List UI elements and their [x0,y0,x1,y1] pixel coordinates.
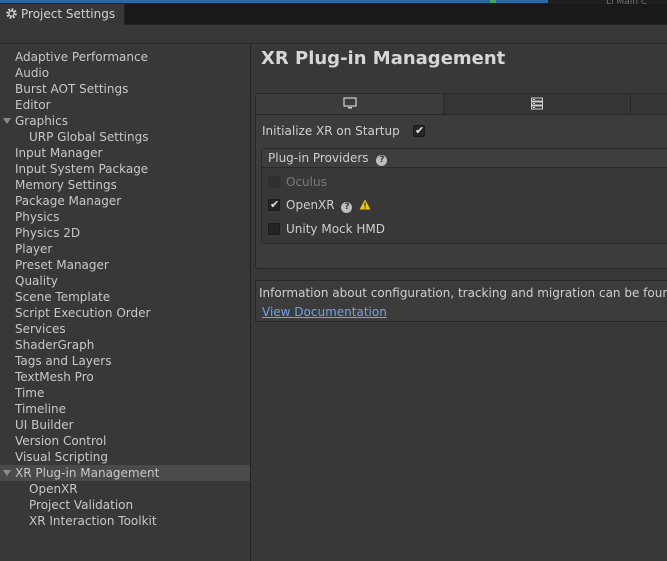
window-tab-bar: Project Settings [0,4,667,25]
help-icon[interactable]: ? [341,202,353,213]
sidebar-item[interactable]: UI Builder [0,417,250,433]
sidebar-item[interactable]: Preset Manager [0,257,250,273]
sidebar-item[interactable]: Tags and Layers [0,353,250,369]
sidebar-item-label: URP Global Settings [29,130,149,144]
sidebar-item[interactable]: Timeline [0,401,250,417]
sidebar-item-label: Physics [15,210,60,224]
initialize-xr-label: Initialize XR on Startup [262,124,400,138]
sidebar-item-label: TextMesh Pro [15,370,94,384]
expand-arrow-icon[interactable] [3,470,11,476]
sidebar-item-label: Memory Settings [15,178,117,192]
sidebar-item[interactable]: OpenXR [0,481,250,497]
sidebar-item[interactable]: Adaptive Performance [0,49,250,65]
sidebar-item[interactable]: Physics [0,209,250,225]
provider-oculus-label: Oculus [286,175,327,189]
provider-mock-hmd-checkbox[interactable] [268,223,280,235]
sidebar-item[interactable]: XR Interaction Toolkit [0,513,250,529]
sidebar-item-label: Physics 2D [15,226,81,240]
sidebar-item-label: OpenXR [29,482,78,496]
sidebar-item-label: Scene Template [15,290,111,304]
warning-icon[interactable] [359,199,371,210]
provider-openxr-checkbox[interactable]: ✔ [268,199,280,211]
view-documentation-link[interactable]: View Documentation [262,305,387,319]
sidebar-item[interactable]: Graphics [0,113,250,129]
sidebar-item[interactable]: Version Control [0,433,250,449]
sidebar-item-label: ShaderGraph [15,338,95,352]
sidebar-item[interactable]: Quality [0,273,250,289]
sidebar-item-label: Timeline [15,402,67,416]
sidebar-item[interactable]: Input System Package [0,161,250,177]
tab-standalone[interactable] [256,94,444,114]
provider-mock-hmd-label: Unity Mock HMD [286,222,386,236]
sidebar-item[interactable]: Editor [0,97,250,113]
settings-sidebar: Adaptive Performance Audio Burst AOT Setti… [0,44,251,561]
platform-tabs [256,94,667,115]
sidebar-item[interactable]: ShaderGraph [0,337,250,353]
help-icon[interactable]: ? [376,155,388,166]
sidebar-item[interactable]: Services [0,321,250,337]
check-icon: ✔ [415,124,425,137]
sidebar-item[interactable]: XR Plug-in Management [0,465,250,481]
provider-openxr-label: OpenXR ? [286,198,371,213]
tab-server[interactable] [444,94,631,114]
xr-settings-panel: Initialize XR on Startup ✔ Plug-in Provi… [255,93,667,269]
expand-arrow-icon[interactable] [3,118,11,124]
initialize-xr-checkbox[interactable]: ✔ [413,125,425,137]
sidebar-item-label: Visual Scripting [15,450,108,464]
background-indicator [490,0,496,3]
sidebar-item-label: Audio [15,66,50,80]
info-text: Information about configuration, trackin… [259,286,667,300]
sidebar-item-label: Graphics [15,114,68,128]
sidebar-item-label: Quality [15,274,58,288]
sidebar-item[interactable]: Audio [0,65,250,81]
sidebar-item[interactable]: Project Validation [0,497,250,513]
sidebar-item[interactable]: Script Execution Order [0,305,250,321]
sidebar-item-label: Adaptive Performance [15,50,148,64]
sidebar-item[interactable]: Memory Settings [0,177,250,193]
server-icon [531,97,543,110]
background-bar [0,0,548,3]
sidebar-item[interactable]: Burst AOT Settings [0,81,250,97]
gear-icon [6,8,17,19]
tab-android[interactable] [631,94,667,114]
search-toolbar [0,25,667,44]
sidebar-item-label: UI Builder [15,418,74,432]
sidebar-item-label: Tags and Layers [15,354,112,368]
page-title: XR Plug-in Management [261,48,506,69]
sidebar-item-label: Time [15,386,45,400]
settings-content: XR Plug-in Management Initialize XR on S… [251,44,667,561]
sidebar-item[interactable]: Input Manager [0,145,250,161]
sidebar-item-label: Package Manager [15,194,122,208]
sidebar-item[interactable]: Physics 2D [0,225,250,241]
sidebar-item-label: Player [15,242,53,256]
sidebar-item-label: Input System Package [15,162,149,176]
sidebar-item[interactable]: Time [0,385,250,401]
plugin-providers-header: Plug-in Providers ? [262,149,667,168]
sidebar-item-label: XR Plug-in Management [15,466,160,480]
sidebar-item-label: Preset Manager [15,258,109,272]
sidebar-item[interactable]: Scene Template [0,289,250,305]
sidebar-item-label: Services [15,322,66,336]
window-title: Project Settings [21,7,116,21]
sidebar-item-label: Input Manager [15,146,103,160]
sidebar-item-label: XR Interaction Toolkit [29,514,157,528]
sidebar-item-label: Burst AOT Settings [15,82,129,96]
sidebar-item[interactable]: Package Manager [0,193,250,209]
provider-oculus-checkbox [268,176,280,188]
info-box: Information about configuration, trackin… [255,280,667,322]
sidebar-item-label: Version Control [15,434,107,448]
sidebar-item[interactable]: Visual Scripting [0,449,250,465]
sidebar-item[interactable]: Player [0,241,250,257]
plugin-providers-title: Plug-in Providers ? [268,151,388,166]
plugin-providers-box: Plug-in Providers ? Oculus ✔ OpenXR ? Un… [261,148,667,244]
sidebar-item[interactable]: URP Global Settings [0,129,250,145]
sidebar-item-label: Script Execution Order [15,306,151,320]
sidebar-item-label: Project Validation [29,498,134,512]
sidebar-item[interactable]: TextMesh Pro [0,369,250,385]
monitor-icon [342,97,357,109]
check-icon: ✔ [270,198,280,211]
sidebar-item-label: Editor [15,98,51,112]
project-settings-tab[interactable]: Project Settings [0,4,125,25]
